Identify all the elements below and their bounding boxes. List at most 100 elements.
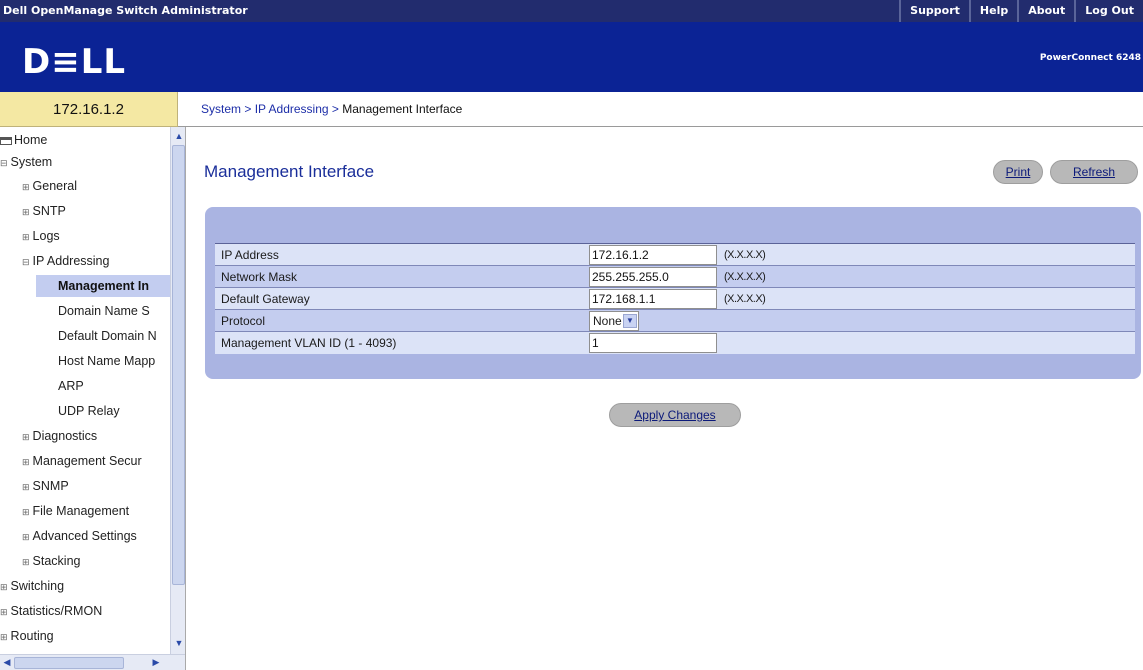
sidebar-item-routing[interactable]: ⊞ Routing: [0, 625, 170, 647]
sidebar-item-arp[interactable]: ARP: [58, 375, 170, 397]
horizontal-scrollbar[interactable]: ◀ ▶: [0, 654, 185, 670]
sidebar-item-snmp[interactable]: ⊞ SNMP: [22, 475, 170, 497]
expand-icon[interactable]: ⊞: [22, 207, 30, 217]
sidebar-item-management-security[interactable]: ⊞ Management Secur: [22, 450, 170, 472]
sidebar-item-label: Domain Name S: [58, 304, 150, 318]
sidebar-item-label: Routing: [10, 629, 54, 643]
about-link[interactable]: About: [1017, 0, 1074, 22]
sidebar-item-label: Management Secur: [32, 454, 142, 468]
sidebar-item-label: File Management: [32, 504, 130, 518]
sidebar-item-ip-addressing[interactable]: ⊟ IP Addressing: [22, 250, 170, 272]
breadcrumb-separator: >: [331, 102, 339, 116]
sidebar-item-statistics-rmon[interactable]: ⊞ Statistics/RMON: [0, 600, 170, 622]
management-interface-form: IP Address (X.X.X.X) Network Mask (X.X.X…: [215, 243, 1135, 354]
sidebar-item-domain-name-server[interactable]: Domain Name S: [58, 300, 170, 322]
scroll-thumb[interactable]: [172, 145, 185, 585]
sidebar-item-sntp[interactable]: ⊞ SNTP: [22, 200, 170, 222]
format-hint: (X.X.X.X): [720, 265, 1135, 288]
scroll-up-icon[interactable]: ▲: [173, 130, 185, 142]
chevron-down-icon[interactable]: ▼: [623, 313, 637, 328]
form-row-protocol: Protocol None ▼: [215, 309, 1135, 332]
sidebar-item-label: Switching: [10, 579, 65, 593]
field-label: Network Mask: [215, 265, 585, 288]
form-row-ip-address: IP Address (X.X.X.X): [215, 243, 1135, 266]
sidebar-item-label: UDP Relay: [58, 404, 120, 418]
protocol-select[interactable]: None ▼: [589, 310, 639, 331]
sidebar-item-label: ARP: [58, 379, 84, 393]
sidebar-item-system[interactable]: ⊟ System: [0, 151, 170, 173]
scroll-left-icon[interactable]: ◀: [1, 656, 13, 668]
sidebar-item-general[interactable]: ⊞ General: [22, 175, 170, 197]
expand-icon[interactable]: ⊞: [0, 582, 8, 592]
collapse-icon[interactable]: ⊟: [22, 257, 30, 267]
format-hint: (X.X.X.X): [720, 287, 1135, 310]
breadcrumb-separator: >: [244, 102, 252, 116]
sidebar-item-label: Management In: [58, 279, 149, 293]
refresh-button[interactable]: Refresh: [1050, 160, 1138, 184]
sidebar-item-home[interactable]: Home: [0, 129, 170, 151]
page-title: Management Interface: [204, 162, 375, 181]
help-link[interactable]: Help: [968, 0, 1017, 22]
field-label: Management VLAN ID (1 - 4093): [215, 331, 585, 354]
expand-icon[interactable]: ⊞: [22, 232, 30, 242]
form-row-vlan: Management VLAN ID (1 - 4093): [215, 331, 1135, 354]
sidebar-item-host-name-mapping[interactable]: Host Name Mapp: [58, 350, 170, 372]
expand-icon[interactable]: ⊞: [0, 607, 8, 617]
sidebar-item-label: Diagnostics: [32, 429, 98, 443]
sidebar-item-label: Default Domain N: [58, 329, 157, 343]
sidebar-item-management-interface[interactable]: Management In: [36, 275, 170, 297]
print-button[interactable]: Print: [993, 160, 1043, 184]
sidebar-item-label: General: [32, 179, 78, 193]
sidebar-item-switching[interactable]: ⊞ Switching: [0, 575, 170, 597]
format-hint: (X.X.X.X): [720, 243, 1135, 266]
sidebar-item-label: System: [10, 155, 53, 169]
expand-icon[interactable]: ⊞: [22, 532, 30, 542]
expand-icon[interactable]: ⊞: [22, 482, 30, 492]
sidebar-item-udp-relay[interactable]: UDP Relay: [58, 400, 170, 422]
apply-changes-button[interactable]: Apply Changes: [609, 403, 741, 427]
form-row-default-gateway: Default Gateway (X.X.X.X): [215, 287, 1135, 310]
field-label: Default Gateway: [215, 287, 585, 310]
scroll-thumb-horizontal[interactable]: [14, 657, 124, 669]
sidebar-item-label: Advanced Settings: [32, 529, 137, 543]
vlan-id-input[interactable]: [589, 332, 717, 353]
expand-icon[interactable]: ⊞: [0, 632, 8, 642]
breadcrumb-ip-addressing[interactable]: IP Addressing: [255, 102, 329, 116]
sidebar: Home ⊟ System ⊞ General ⊞ SNTP ⊞ Logs ⊟ IP Ad…: [0, 127, 186, 670]
default-gateway-input[interactable]: [589, 288, 717, 309]
scroll-right-icon[interactable]: ▶: [150, 656, 162, 668]
collapse-icon[interactable]: ⊟: [0, 158, 8, 168]
protocol-select-value: None: [593, 313, 622, 328]
device-ip: 172.16.1.2: [0, 92, 178, 127]
sidebar-item-default-domain-name[interactable]: Default Domain N: [58, 325, 170, 347]
sidebar-item-label: Stacking: [32, 554, 81, 568]
app-title: Dell OpenManage Switch Administrator: [3, 4, 248, 17]
ip-address-input[interactable]: [589, 244, 717, 265]
support-link[interactable]: Support: [899, 0, 969, 22]
sidebar-item-logs[interactable]: ⊞ Logs: [22, 225, 170, 247]
sidebar-item-label: Logs: [32, 229, 60, 243]
expand-icon[interactable]: ⊞: [22, 457, 30, 467]
sidebar-item-label: Statistics/RMON: [10, 604, 103, 618]
sidebar-item-label: IP Addressing: [32, 254, 110, 268]
product-name: PowerConnect 6248: [1039, 53, 1141, 63]
sidebar-item-diagnostics[interactable]: ⊞ Diagnostics: [22, 425, 170, 447]
form-row-network-mask: Network Mask (X.X.X.X): [215, 265, 1135, 288]
scroll-down-icon[interactable]: ▼: [173, 637, 185, 649]
expand-icon[interactable]: ⊞: [22, 507, 30, 517]
expand-icon[interactable]: ⊞: [22, 557, 30, 567]
title-bar: Dell OpenManage Switch Administrator Sup…: [0, 0, 1143, 22]
breadcrumb-system[interactable]: System: [201, 102, 241, 116]
network-mask-input[interactable]: [589, 266, 717, 287]
main-content: Management Interface Print Refresh IP Ad…: [187, 127, 1143, 670]
expand-icon[interactable]: ⊞: [22, 432, 30, 442]
sidebar-item-advanced-settings[interactable]: ⊞ Advanced Settings: [22, 525, 170, 547]
sidebar-item-stacking[interactable]: ⊞ Stacking: [22, 550, 170, 572]
sidebar-item-label: SNMP: [32, 479, 69, 493]
sidebar-item-file-management[interactable]: ⊞ File Management: [22, 500, 170, 522]
settings-panel: IP Address (X.X.X.X) Network Mask (X.X.X…: [205, 207, 1141, 379]
expand-icon[interactable]: ⊞: [22, 182, 30, 192]
logout-link[interactable]: Log Out: [1074, 0, 1143, 22]
dell-logo: D≡LL: [22, 42, 127, 82]
vertical-scrollbar[interactable]: ▲ ▼: [170, 127, 185, 654]
